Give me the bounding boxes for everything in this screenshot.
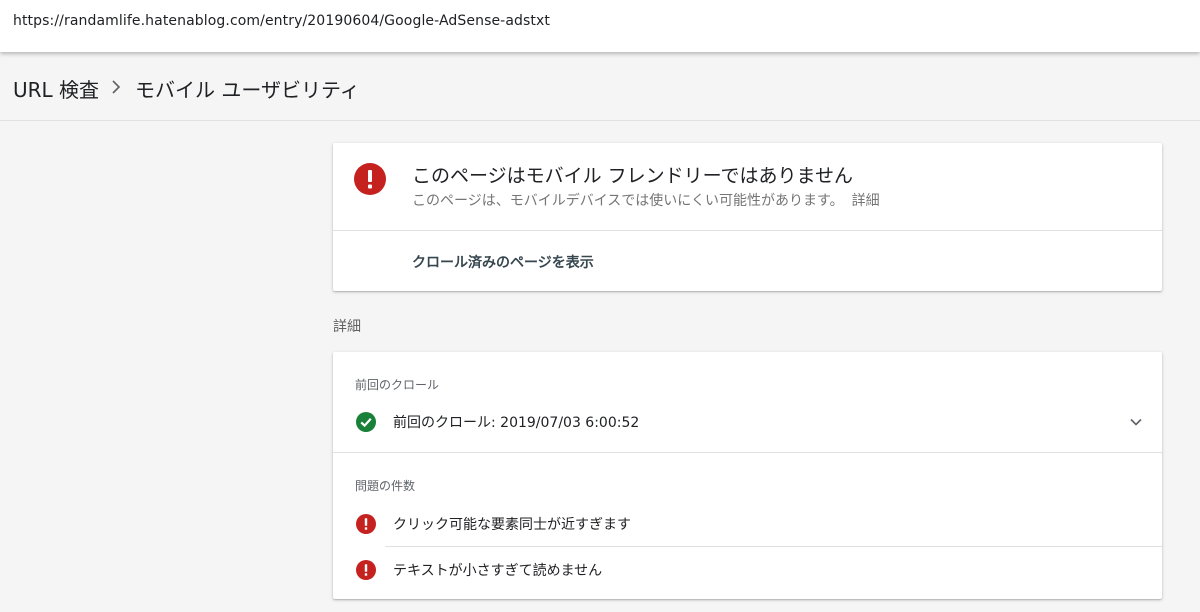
issues-count-header: 問題の件数 (355, 479, 416, 493)
error-icon (354, 163, 386, 195)
breadcrumb-parent-link[interactable]: URL 検査 (13, 74, 99, 103)
issue-row[interactable]: クリック可能な要素同士が近すぎます (333, 508, 1162, 540)
issue-text: テキストが小さすぎて読めません (393, 563, 603, 579)
divider (333, 452, 1162, 453)
last-crawl-row[interactable]: 前回のクロール: 2019/07/03 6:00:52 (333, 406, 1162, 438)
status-description: このページは、モバイルデバイスでは使いにくい可能性があります。 詳細 (412, 190, 880, 210)
chevron-down-icon[interactable] (1128, 414, 1144, 430)
last-crawl-header: 前回のクロール (355, 378, 440, 392)
divider (385, 546, 1162, 547)
breadcrumb-current: モバイル ユーザビリティ (135, 78, 360, 102)
detail-link[interactable]: 詳細 (852, 193, 880, 209)
browser-url-bar[interactable]: https://randamlife.hatenablog.com/entry/… (0, 0, 1200, 52)
details-card: 前回のクロール 前回のクロール: 2019/07/03 6:00:52 問題の件… (333, 352, 1162, 599)
check-circle-icon (356, 412, 376, 432)
issue-text: クリック可能な要素同士が近すぎます (393, 517, 631, 533)
chevron-right-icon (111, 78, 121, 99)
url-text[interactable]: https://randamlife.hatenablog.com/entry/… (13, 13, 550, 29)
last-crawl-text: 前回のクロール: 2019/07/03 6:00:52 (393, 415, 640, 431)
status-title: このページはモバイル フレンドリーではありません (412, 165, 853, 187)
breadcrumb: URL 検査 モバイル ユーザビリティ (13, 74, 360, 103)
view-crawled-page-button[interactable]: クロール済みのページを表示 (412, 252, 594, 272)
mobile-status-card: このページはモバイル フレンドリーではありません このページは、モバイルデバイス… (333, 143, 1162, 291)
page-header: URL 検査 モバイル ユーザビリティ (0, 52, 1200, 121)
issue-row[interactable]: テキストが小さすぎて読めません (333, 554, 1162, 586)
error-icon (356, 560, 376, 580)
details-section-label: 詳細 (333, 319, 361, 335)
error-icon (356, 514, 376, 534)
divider (333, 230, 1162, 231)
status-description-text: このページは、モバイルデバイスでは使いにくい可能性があります。 (412, 193, 844, 209)
